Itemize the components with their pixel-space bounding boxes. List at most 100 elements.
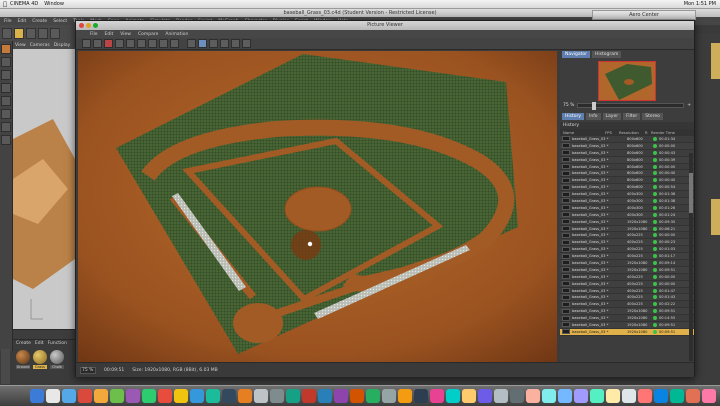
c4d-menu-item[interactable]: Create xyxy=(32,19,47,24)
dock-app-icon[interactable] xyxy=(142,389,156,403)
navigator-thumbnail[interactable] xyxy=(598,61,656,101)
navigator-zoom-value[interactable]: 75 % xyxy=(563,103,574,108)
dock-app-icon[interactable] xyxy=(126,389,140,403)
history-row[interactable]: baseball_Grass_03 * 1920x1080 00:06:21 xyxy=(560,225,694,233)
clock-text[interactable]: Mon 1:51 PM xyxy=(684,1,716,7)
model-mode-icon[interactable] xyxy=(1,44,11,54)
dock-app-icon[interactable] xyxy=(46,389,60,403)
history-row[interactable]: baseball_Grass_03 * 400x225 00:02:22 xyxy=(560,301,694,309)
dock-app-icon[interactable] xyxy=(158,389,172,403)
c4d-menu-item[interactable]: Edit xyxy=(18,19,27,24)
dock-app-icon[interactable] xyxy=(526,389,540,403)
region-icon[interactable] xyxy=(159,39,168,48)
c4d-menu-item[interactable]: File xyxy=(4,19,12,24)
picture-viewer-title[interactable]: Picture Viewer xyxy=(76,21,694,30)
dock-app-icon[interactable] xyxy=(222,389,236,403)
dock-app-icon[interactable] xyxy=(654,389,668,403)
dock-app-icon[interactable] xyxy=(382,389,396,403)
dock-app-icon[interactable] xyxy=(510,389,524,403)
workplane-icon[interactable] xyxy=(1,135,11,145)
tab-layer[interactable]: Layer xyxy=(602,113,622,120)
history-row[interactable]: baseball_Grass_03 * 400x225 00:01:03 xyxy=(560,246,694,254)
dock-app-icon[interactable] xyxy=(286,389,300,403)
tab-histogram[interactable]: Histogram xyxy=(592,51,622,58)
material-ground[interactable]: Ground xyxy=(16,350,30,369)
history-row[interactable]: baseball_Grass_03 * 1920x1080 00:09:14 xyxy=(560,260,694,267)
stop-render-icon[interactable] xyxy=(104,39,113,48)
layer-tab[interactable] xyxy=(711,199,720,235)
channel-icon[interactable] xyxy=(170,39,179,48)
dock-app-icon[interactable] xyxy=(590,389,604,403)
history-row[interactable]: baseball_Grass_03 * 400x225 00:00:00 xyxy=(560,280,694,288)
dock-app-icon[interactable] xyxy=(110,389,124,403)
col-fps[interactable]: FPS xyxy=(605,130,619,135)
texture-mode-icon[interactable] xyxy=(1,57,11,67)
tab-info[interactable]: Info xyxy=(586,113,601,120)
col-render-time[interactable]: Render Time xyxy=(651,130,675,135)
history-row[interactable]: baseball_Grass_03 * 1920x1080 00:09:51 xyxy=(560,266,694,274)
dock-app-icon[interactable] xyxy=(94,389,108,403)
zoom-slider-knob[interactable] xyxy=(592,102,597,110)
dock-app-icon[interactable] xyxy=(622,389,636,403)
dock-app-icon[interactable] xyxy=(574,389,588,403)
viewport-menu-cameras[interactable]: Cameras xyxy=(30,43,50,48)
perspective-viewport[interactable] xyxy=(13,49,75,339)
attribute-tab[interactable] xyxy=(711,43,720,79)
timeline[interactable] xyxy=(13,329,75,339)
material-menu-edit[interactable]: Edit xyxy=(35,341,44,346)
split-icon[interactable] xyxy=(209,39,218,48)
apple-icon[interactable]:  xyxy=(0,1,10,8)
dock-app-icon[interactable] xyxy=(78,389,92,403)
pv-menu-compare[interactable]: Compare xyxy=(138,32,158,37)
dock-app-icon[interactable] xyxy=(446,389,460,403)
axis-mode-icon[interactable] xyxy=(1,109,11,119)
scrollbar-thumb[interactable] xyxy=(689,173,693,213)
dock-app-icon[interactable] xyxy=(558,389,572,403)
dock-app-icon[interactable] xyxy=(702,389,716,403)
history-row[interactable]: baseball_Grass_03 * 800x600 00:00:40 xyxy=(560,177,694,185)
history-row[interactable]: baseball_Grass_03 * 400x225 00:01:43 xyxy=(560,294,694,302)
history-row[interactable]: baseball_Grass_03 * 1920x1080 00:14:55 xyxy=(560,315,694,323)
dock-app-icon[interactable] xyxy=(606,389,620,403)
points-mode-icon[interactable] xyxy=(1,70,11,80)
dock-app-icon[interactable] xyxy=(318,389,332,403)
render-icon[interactable] xyxy=(50,27,60,39)
fullscreen-icon[interactable] xyxy=(198,39,207,48)
history-row[interactable]: baseball_Grass_03 * 800x600 00:00:54 xyxy=(560,184,694,192)
dock-app-icon[interactable] xyxy=(686,389,700,403)
dock-app-icon[interactable] xyxy=(30,389,44,403)
viewport-menu-view[interactable]: View xyxy=(15,43,26,48)
history-row[interactable]: baseball_Grass_03 * 1920x1080 00:09:35 xyxy=(560,219,694,226)
c4d-side-tab[interactable] xyxy=(1,349,10,385)
tab-stereo[interactable]: Stereo xyxy=(642,113,663,120)
dock-app-icon[interactable] xyxy=(62,389,76,403)
polygons-mode-icon[interactable] xyxy=(1,96,11,106)
c4d-menu-item[interactable]: Select xyxy=(53,19,67,24)
tab-filter[interactable]: Filter xyxy=(623,113,641,120)
history-row[interactable]: baseball_Grass_03 * 400x300 00:01:24 xyxy=(560,211,694,219)
history-row[interactable]: baseball_Grass_03 * 800x600 00:00:40 xyxy=(560,170,694,178)
mac-menu-window[interactable]: Window xyxy=(44,1,64,7)
history-row[interactable]: baseball_Grass_03 * 400x225 00:01:47 xyxy=(560,288,694,295)
history-row[interactable]: baseball_Grass_03 * 400x225 00:00:00 xyxy=(560,232,694,240)
history-row[interactable]: baseball_Grass_03 * 400x225 00:01:17 xyxy=(560,253,694,261)
zoom-in-icon[interactable] xyxy=(137,39,146,48)
dock-app-icon[interactable] xyxy=(302,389,316,403)
pv-menu-edit[interactable]: Edit xyxy=(105,32,114,37)
dock-app-icon[interactable] xyxy=(206,389,220,403)
dock-app-icon[interactable] xyxy=(334,389,348,403)
close-icon[interactable] xyxy=(79,23,84,28)
history-row[interactable]: baseball_Grass_03 * 400x225 00:00:23 xyxy=(560,239,694,247)
history-row[interactable]: baseball_Grass_03 * 1920x1080 00:09:51 xyxy=(560,322,694,329)
dock-app-icon[interactable] xyxy=(254,389,268,403)
material-grass[interactable]: Grass xyxy=(33,350,47,369)
dock-app-icon[interactable] xyxy=(174,389,188,403)
dock-app-icon[interactable] xyxy=(350,389,364,403)
minimize-icon[interactable] xyxy=(86,23,91,28)
dock-app-icon[interactable] xyxy=(190,389,204,403)
history-row[interactable]: baseball_Grass_03 * 800x600 00:00:00 xyxy=(560,164,694,171)
rotate-tool-icon[interactable] xyxy=(38,27,48,39)
dock-app-icon[interactable] xyxy=(414,389,428,403)
dock-app-icon[interactable] xyxy=(670,389,684,403)
aero-center-title[interactable]: Aero Center xyxy=(629,12,659,18)
